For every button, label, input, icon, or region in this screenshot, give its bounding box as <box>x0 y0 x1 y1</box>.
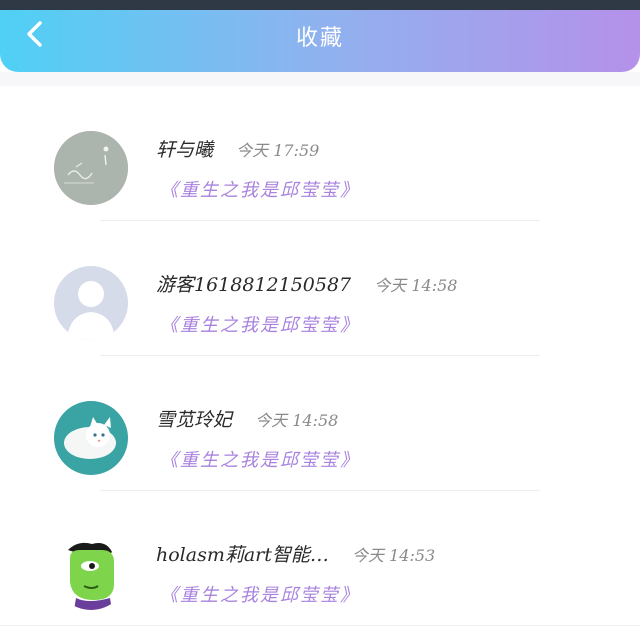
chalkboard-avatar-icon <box>54 131 128 205</box>
work-title-link[interactable]: 《重生之我是邱莹莹》 <box>160 176 360 202</box>
header-bar: 收藏 <box>0 0 640 72</box>
favorites-list: 轩与曦 今天 17:59 《重生之我是邱莹莹》 游客1618812150587 … <box>0 86 640 626</box>
work-title-link[interactable]: 《重生之我是邱莹莹》 <box>160 311 360 337</box>
list-item[interactable]: 雪苋玲妃 今天 14:58 《重生之我是邱莹莹》 <box>0 356 640 491</box>
list-item[interactable]: 轩与曦 今天 17:59 《重生之我是邱莹莹》 <box>0 86 640 221</box>
green-hulk-icon <box>54 536 128 610</box>
work-title-link[interactable]: 《重生之我是邱莹莹》 <box>160 581 360 607</box>
divider <box>0 625 640 626</box>
white-cat-icon <box>54 401 128 475</box>
header-spacer <box>0 72 640 86</box>
user-name[interactable]: 轩与曦 <box>156 139 213 161</box>
name-line: 雪苋玲妃 今天 14:58 <box>156 405 338 432</box>
user-name[interactable]: 游客1618812150587 <box>156 274 351 296</box>
timestamp: 今天 17:59 <box>236 141 320 160</box>
avatar[interactable] <box>54 536 128 610</box>
avatar[interactable] <box>54 401 128 475</box>
avatar[interactable] <box>54 131 128 205</box>
list-item[interactable]: 游客1618812150587 今天 14:58 《重生之我是邱莹莹》 <box>0 221 640 356</box>
name-line: 游客1618812150587 今天 14:58 <box>156 270 457 297</box>
status-bar-strip <box>0 0 640 10</box>
list-item[interactable]: holasm莉art智能… 今天 14:53 《重生之我是邱莹莹》 <box>0 491 640 626</box>
name-line: 轩与曦 今天 17:59 <box>156 135 319 162</box>
user-name[interactable]: holasm莉art智能… <box>156 544 329 566</box>
timestamp: 今天 14:58 <box>374 276 458 295</box>
name-line: holasm莉art智能… 今天 14:53 <box>156 540 435 567</box>
timestamp: 今天 14:58 <box>255 411 339 430</box>
user-name[interactable]: 雪苋玲妃 <box>156 409 232 431</box>
work-title-link[interactable]: 《重生之我是邱莹莹》 <box>160 446 360 472</box>
default-person-icon <box>54 266 128 340</box>
avatar[interactable] <box>54 266 128 340</box>
timestamp: 今天 14:53 <box>352 546 436 565</box>
page-title: 收藏 <box>295 26 344 51</box>
